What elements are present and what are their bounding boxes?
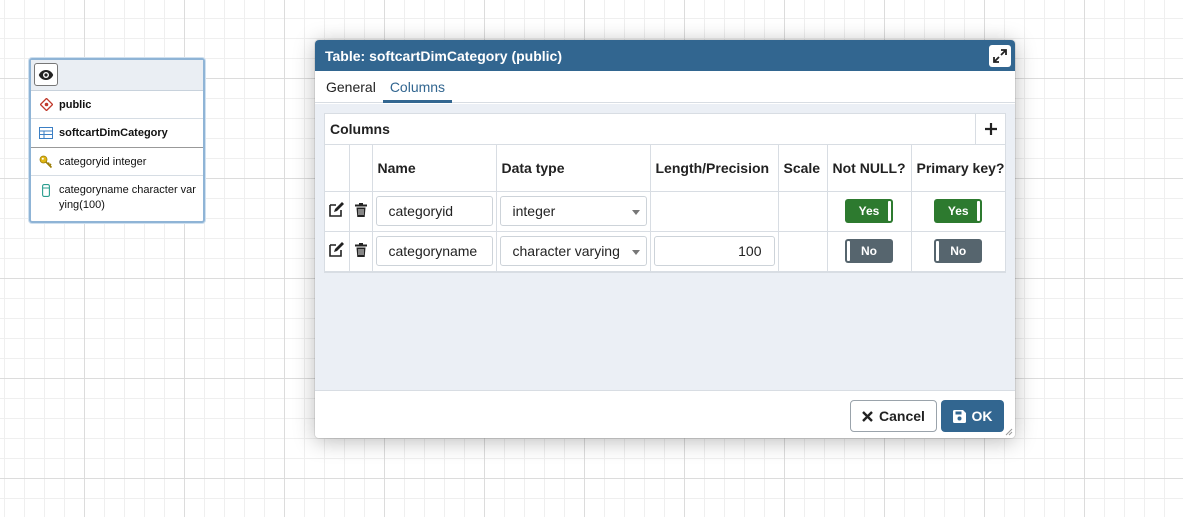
table-row: categoryname character varying 100 No No: [325, 231, 1005, 272]
resize-handle-icon[interactable]: [1005, 428, 1013, 436]
eye-icon[interactable]: [34, 63, 58, 86]
erd-column-row: categoryname character var ying(100): [31, 176, 203, 221]
dialog-footer: Cancel OK: [315, 390, 1015, 438]
cancel-button-label: Cancel: [879, 408, 925, 424]
trash-icon[interactable]: [349, 231, 373, 272]
table-dialog: Table: softcartDimCategory (public) Gene…: [315, 40, 1015, 438]
scale-cell[interactable]: [778, 191, 828, 232]
columns-table: Name Data type Length/Precision Scale No…: [325, 145, 1005, 272]
trash-icon[interactable]: [349, 191, 373, 232]
header-data-type: Data type: [496, 145, 651, 192]
column-name-input[interactable]: categoryname: [375, 236, 493, 266]
data-type-select[interactable]: character varying: [499, 236, 647, 266]
data-type-select[interactable]: integer: [499, 196, 647, 226]
erd-schema-row: public: [31, 91, 203, 119]
length-cell[interactable]: [650, 191, 779, 232]
scale-cell[interactable]: [778, 231, 828, 272]
length-input[interactable]: 100: [653, 236, 775, 266]
tab-general[interactable]: General: [319, 72, 383, 102]
plus-icon[interactable]: [975, 113, 1005, 145]
table-row: categoryid integer Yes Yes: [325, 191, 1005, 232]
expand-icon[interactable]: [989, 45, 1011, 67]
chevron-down-icon: [631, 209, 640, 215]
header-primary-key: Primary key?: [911, 145, 1005, 192]
header-not-null: Not NULL?: [827, 145, 912, 192]
key-icon: [39, 155, 53, 169]
dialog-title: Table: softcartDimCategory (public): [325, 47, 562, 64]
schema-diamond-icon: [39, 98, 53, 111]
ok-button-label: OK: [971, 408, 993, 424]
cancel-button[interactable]: Cancel: [850, 400, 937, 432]
table-icon: [39, 127, 53, 139]
header-name: Name: [372, 145, 497, 192]
columns-grid-header: Columns: [325, 113, 1005, 145]
dialog-body: Columns Name Data type Length/Precision …: [315, 104, 1015, 390]
erd-column-label: categoryid integer: [59, 155, 147, 168]
column-icon: [39, 184, 53, 197]
primary-key-toggle[interactable]: No: [934, 239, 983, 263]
tab-columns[interactable]: Columns: [382, 72, 453, 103]
header-scale: Scale: [778, 145, 828, 192]
not-null-toggle[interactable]: No: [845, 239, 893, 263]
edit-icon[interactable]: [325, 191, 350, 232]
delete-col-header: [349, 145, 373, 192]
erd-column-row: categoryid integer: [31, 148, 203, 176]
columns-grid-title: Columns: [330, 121, 390, 137]
primary-key-toggle[interactable]: Yes: [934, 199, 983, 223]
chevron-down-icon: [631, 249, 640, 255]
column-name-input[interactable]: categoryid: [375, 196, 493, 226]
erd-table-node[interactable]: public softcartDimCategory categoryid in…: [29, 58, 205, 223]
header-length: Length/Precision: [650, 145, 779, 192]
save-icon: [952, 409, 966, 423]
table-header-row: Name Data type Length/Precision Scale No…: [325, 145, 1005, 192]
edit-icon[interactable]: [325, 231, 350, 272]
edit-col-header: [325, 145, 350, 192]
erd-schema-label: public: [59, 98, 92, 111]
dialog-tabs: General Columns: [315, 71, 1015, 103]
ok-button[interactable]: OK: [941, 400, 1004, 432]
erd-column-label: categoryname character var ying(100): [59, 184, 196, 211]
erd-node-header: [31, 60, 203, 91]
columns-grid: Columns Name Data type Length/Precision …: [324, 113, 1006, 273]
erd-table-row: softcartDimCategory: [31, 119, 203, 148]
dialog-title-bar[interactable]: Table: softcartDimCategory (public): [315, 40, 1015, 71]
erd-table-label: softcartDimCategory: [59, 127, 168, 139]
close-icon: [862, 410, 873, 422]
not-null-toggle[interactable]: Yes: [845, 199, 893, 223]
